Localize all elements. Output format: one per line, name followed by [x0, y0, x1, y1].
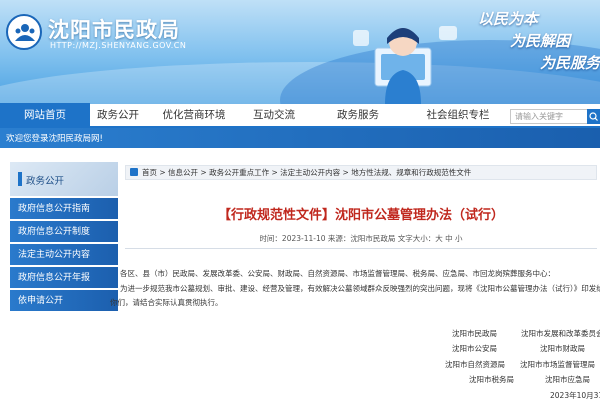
- nav-item-interaction[interactable]: 互动交流: [242, 103, 306, 127]
- sidebar-heading[interactable]: 政务公开: [10, 162, 118, 196]
- search-button[interactable]: [587, 109, 600, 124]
- slogan: 为民解困: [510, 32, 571, 50]
- sidebar-item-statutory-content[interactable]: 法定主动公开内容: [10, 244, 118, 266]
- nav-item-social-orgs[interactable]: 社会组织专栏: [410, 103, 506, 127]
- welcome-text: 欢迎您登录沈阳民政局网!: [6, 134, 103, 144]
- slogan: 为民服务: [540, 54, 600, 72]
- nav-item-gov-affairs[interactable]: 政务公开: [90, 103, 146, 127]
- sidebar-heading-label: 政务公开: [26, 176, 65, 187]
- article-paragraph: 各区、县（市）民政局、发展改革委、公安局、财政局、自然资源局、市场监督管理局、税…: [120, 269, 555, 278]
- sidebar-item-on-request[interactable]: 依申请公开: [10, 290, 118, 312]
- slogan: 以民为本: [478, 10, 539, 28]
- sidebar-item-disclosure-guide[interactable]: 政府信息公开指南: [10, 198, 118, 220]
- welcome-bar: 欢迎您登录沈阳民政局网!: [0, 128, 600, 148]
- nav-item-gov-services[interactable]: 政务服务: [306, 103, 410, 127]
- article-meta: 时间：2023-11-10 来源：沈阳市民政局 文字大小：大 中 小: [259, 234, 463, 243]
- signature-org: 沈阳市应急局: [545, 375, 590, 384]
- divider: [125, 248, 597, 249]
- signature-org: 沈阳市自然资源局: [445, 360, 505, 369]
- sidebar-item-annual-report[interactable]: 政府信息公开年报: [10, 267, 118, 289]
- home-icon: [130, 168, 138, 176]
- breadcrumb[interactable]: 首页 > 信息公开 > 政务公开重点工作 > 法定主动公开内容 > 地方性法规、…: [125, 165, 597, 180]
- search-input[interactable]: 请输入关键字: [510, 109, 588, 124]
- sidebar-heading-marker: [18, 172, 22, 186]
- article-date: 2023年10月31日: [550, 391, 600, 400]
- search-icon: [589, 112, 598, 121]
- article-paragraph: 你们，请结合实际认真贯彻执行。: [110, 298, 223, 307]
- main-nav: 网站首页 政务公开 优化营商环境 互动交流 政务服务 社会组织专栏 请输入关键字: [0, 103, 600, 128]
- site-name: 沈阳市民政局: [48, 18, 180, 42]
- customer-service-illustration-icon: [353, 26, 457, 104]
- signature-org: 沈阳市发展和改革委员会: [521, 329, 600, 338]
- article-title: 【行政规范性文件】沈阳市公墓管理办法（试行）: [217, 208, 504, 223]
- sidebar-item-disclosure-rules[interactable]: 政府信息公开制度: [10, 221, 118, 243]
- signature-org: 沈阳市公安局: [452, 344, 497, 353]
- signature-org: 沈阳市税务局: [469, 375, 514, 384]
- site-url: HTTP://MZJ.SHENYANG.GOV.CN: [50, 41, 187, 50]
- signature-org: 沈阳市民政局: [452, 329, 497, 338]
- site-logo-icon[interactable]: [6, 14, 42, 50]
- header-banner: 沈阳市民政局 HTTP://MZJ.SHENYANG.GOV.CN 以民为本 为…: [0, 0, 600, 104]
- article-paragraph: 为进一步规范我市公墓规划、审批、建设、经营及管理，有效解决公墓领域群众反映强烈的…: [120, 284, 600, 293]
- nav-item-home[interactable]: 网站首页: [0, 103, 90, 127]
- signature-org: 沈阳市财政局: [540, 344, 585, 353]
- nav-item-business-env[interactable]: 优化营商环境: [146, 103, 242, 127]
- signature-org: 沈阳市市场监督管理局: [520, 360, 595, 369]
